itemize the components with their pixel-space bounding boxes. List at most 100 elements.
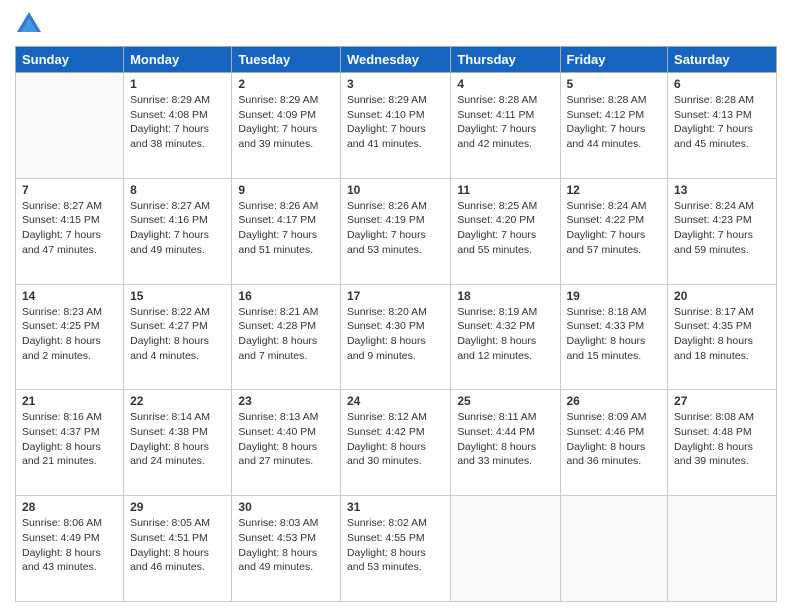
weekday-header-thursday: Thursday xyxy=(451,47,560,73)
calendar-table: SundayMondayTuesdayWednesdayThursdayFrid… xyxy=(15,46,777,602)
daylight-text: Daylight: 8 hours and 4 minutes. xyxy=(130,334,225,363)
day-number: 7 xyxy=(22,183,117,197)
weekday-header-friday: Friday xyxy=(560,47,668,73)
day-info: Sunrise: 8:12 AMSunset: 4:42 PMDaylight:… xyxy=(347,410,444,469)
sunset-text: Sunset: 4:46 PM xyxy=(567,425,662,440)
day-number: 4 xyxy=(457,77,553,91)
daylight-text: Daylight: 8 hours and 33 minutes. xyxy=(457,440,553,469)
sunrise-text: Sunrise: 8:06 AM xyxy=(22,516,117,531)
day-number: 16 xyxy=(238,289,334,303)
day-number: 17 xyxy=(347,289,444,303)
sunrise-text: Sunrise: 8:26 AM xyxy=(347,199,444,214)
calendar-cell: 2Sunrise: 8:29 AMSunset: 4:09 PMDaylight… xyxy=(232,73,341,179)
calendar-cell: 20Sunrise: 8:17 AMSunset: 4:35 PMDayligh… xyxy=(668,284,777,390)
daylight-text: Daylight: 7 hours and 49 minutes. xyxy=(130,228,225,257)
sunrise-text: Sunrise: 8:28 AM xyxy=(674,93,770,108)
sunrise-text: Sunrise: 8:28 AM xyxy=(457,93,553,108)
sunrise-text: Sunrise: 8:13 AM xyxy=(238,410,334,425)
day-info: Sunrise: 8:28 AMSunset: 4:12 PMDaylight:… xyxy=(567,93,662,152)
day-info: Sunrise: 8:03 AMSunset: 4:53 PMDaylight:… xyxy=(238,516,334,575)
daylight-text: Daylight: 8 hours and 30 minutes. xyxy=(347,440,444,469)
sunset-text: Sunset: 4:13 PM xyxy=(674,108,770,123)
sunset-text: Sunset: 4:19 PM xyxy=(347,213,444,228)
sunset-text: Sunset: 4:42 PM xyxy=(347,425,444,440)
sunrise-text: Sunrise: 8:18 AM xyxy=(567,305,662,320)
calendar-cell: 7Sunrise: 8:27 AMSunset: 4:15 PMDaylight… xyxy=(16,178,124,284)
day-info: Sunrise: 8:06 AMSunset: 4:49 PMDaylight:… xyxy=(22,516,117,575)
daylight-text: Daylight: 7 hours and 51 minutes. xyxy=(238,228,334,257)
sunrise-text: Sunrise: 8:05 AM xyxy=(130,516,225,531)
calendar-cell: 22Sunrise: 8:14 AMSunset: 4:38 PMDayligh… xyxy=(124,390,232,496)
sunrise-text: Sunrise: 8:24 AM xyxy=(567,199,662,214)
day-info: Sunrise: 8:13 AMSunset: 4:40 PMDaylight:… xyxy=(238,410,334,469)
calendar-cell: 19Sunrise: 8:18 AMSunset: 4:33 PMDayligh… xyxy=(560,284,668,390)
day-number: 15 xyxy=(130,289,225,303)
daylight-text: Daylight: 8 hours and 12 minutes. xyxy=(457,334,553,363)
sunrise-text: Sunrise: 8:22 AM xyxy=(130,305,225,320)
day-number: 6 xyxy=(674,77,770,91)
day-info: Sunrise: 8:08 AMSunset: 4:48 PMDaylight:… xyxy=(674,410,770,469)
day-number: 21 xyxy=(22,394,117,408)
day-info: Sunrise: 8:19 AMSunset: 4:32 PMDaylight:… xyxy=(457,305,553,364)
week-row-3: 14 Sunrise: 8:23 AMSunset: 4:25 PMDayligh… xyxy=(16,284,777,390)
calendar-cell: 9Sunrise: 8:26 AMSunset: 4:17 PMDaylight… xyxy=(232,178,341,284)
daylight-text: Daylight: 7 hours and 42 minutes. xyxy=(457,122,553,151)
day-number: 28 xyxy=(22,500,117,514)
weekday-header-sunday: Sunday xyxy=(16,47,124,73)
daylight-text: Daylight: 8 hours and 7 minutes. xyxy=(238,334,334,363)
day-info: Sunrise: 8:21 AMSunset: 4:28 PMDaylight:… xyxy=(238,305,334,364)
day-info: Sunrise: 8:24 AMSunset: 4:22 PMDaylight:… xyxy=(567,199,662,258)
calendar-cell: 15 Sunrise: 8:22 AMSunset: 4:27 PMDayligh… xyxy=(124,284,232,390)
daylight-text: Daylight: 7 hours and 38 minutes. xyxy=(130,122,225,151)
day-info: Sunrise: 8:09 AMSunset: 4:46 PMDaylight:… xyxy=(567,410,662,469)
day-number: 10 xyxy=(347,183,444,197)
calendar-cell: 23Sunrise: 8:13 AMSunset: 4:40 PMDayligh… xyxy=(232,390,341,496)
day-info: Sunrise: 8:23 AMSunset: 4:25 PMDaylight:… xyxy=(22,305,117,364)
sunset-text: Sunset: 4:23 PM xyxy=(674,213,770,228)
sunrise-text: Sunrise: 8:14 AM xyxy=(130,410,225,425)
sunset-text: Sunset: 4:37 PM xyxy=(22,425,117,440)
sunset-text: Sunset: 4:22 PM xyxy=(567,213,662,228)
logo xyxy=(15,10,47,38)
calendar-cell: 26Sunrise: 8:09 AMSunset: 4:46 PMDayligh… xyxy=(560,390,668,496)
day-info: Sunrise: 8:16 AMSunset: 4:37 PMDaylight:… xyxy=(22,410,117,469)
sunrise-text: Sunrise: 8:24 AM xyxy=(674,199,770,214)
sunset-text: Sunset: 4:09 PM xyxy=(238,108,334,123)
weekday-header-saturday: Saturday xyxy=(668,47,777,73)
sunset-text: Sunset: 4:30 PM xyxy=(347,319,444,334)
sunset-text: Sunset: 4:10 PM xyxy=(347,108,444,123)
day-number: 29 xyxy=(130,500,225,514)
calendar-cell: 25Sunrise: 8:11 AMSunset: 4:44 PMDayligh… xyxy=(451,390,560,496)
sunset-text: Sunset: 4:11 PM xyxy=(457,108,553,123)
calendar-cell xyxy=(560,496,668,602)
weekday-header-row: SundayMondayTuesdayWednesdayThursdayFrid… xyxy=(16,47,777,73)
sunset-text: Sunset: 4:27 PM xyxy=(130,319,225,334)
day-number: 5 xyxy=(567,77,662,91)
daylight-text: Daylight: 7 hours and 41 minutes. xyxy=(347,122,444,151)
day-info: Sunrise: 8:28 AMSunset: 4:11 PMDaylight:… xyxy=(457,93,553,152)
sunrise-text: Sunrise: 8:20 AM xyxy=(347,305,444,320)
sunrise-text: Sunrise: 8:02 AM xyxy=(347,516,444,531)
sunrise-text: Sunrise: 8:19 AM xyxy=(457,305,553,320)
sunset-text: Sunset: 4:44 PM xyxy=(457,425,553,440)
calendar-cell: 11Sunrise: 8:25 AMSunset: 4:20 PMDayligh… xyxy=(451,178,560,284)
week-row-5: 28 Sunrise: 8:06 AMSunset: 4:49 PMDayligh… xyxy=(16,496,777,602)
sunset-text: Sunset: 4:16 PM xyxy=(130,213,225,228)
day-info: Sunrise: 8:20 AMSunset: 4:30 PMDaylight:… xyxy=(347,305,444,364)
day-info: Sunrise: 8:14 AMSunset: 4:38 PMDaylight:… xyxy=(130,410,225,469)
day-info: Sunrise: 8:02 AMSunset: 4:55 PMDaylight:… xyxy=(347,516,444,575)
day-info: Sunrise: 8:27 AMSunset: 4:16 PMDaylight:… xyxy=(130,199,225,258)
daylight-text: Daylight: 8 hours and 53 minutes. xyxy=(347,546,444,575)
day-number: 12 xyxy=(567,183,662,197)
weekday-header-monday: Monday xyxy=(124,47,232,73)
sunset-text: Sunset: 4:17 PM xyxy=(238,213,334,228)
sunset-text: Sunset: 4:28 PM xyxy=(238,319,334,334)
day-number: 14 xyxy=(22,289,117,303)
daylight-text: Daylight: 8 hours and 46 minutes. xyxy=(130,546,225,575)
sunset-text: Sunset: 4:12 PM xyxy=(567,108,662,123)
daylight-text: Daylight: 7 hours and 59 minutes. xyxy=(674,228,770,257)
daylight-text: Daylight: 8 hours and 43 minutes. xyxy=(22,546,117,575)
calendar-cell: 1Sunrise: 8:29 AMSunset: 4:08 PMDaylight… xyxy=(124,73,232,179)
day-number: 13 xyxy=(674,183,770,197)
sunset-text: Sunset: 4:25 PM xyxy=(22,319,117,334)
